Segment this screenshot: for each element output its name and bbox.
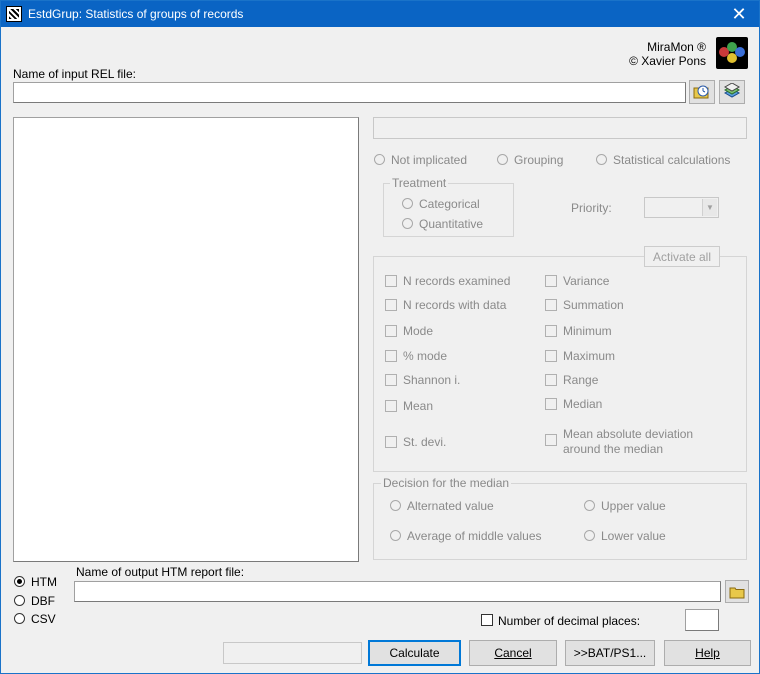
median-label-alternated: Alternated value bbox=[407, 499, 494, 513]
browse-input-button[interactable] bbox=[689, 80, 715, 104]
median-radio-alternated[interactable] bbox=[390, 500, 401, 511]
check-shannon[interactable] bbox=[385, 374, 397, 386]
label-shannon: Shannon i. bbox=[403, 373, 461, 387]
label-percent-mode: % mode bbox=[403, 349, 448, 363]
label-summation: Summation bbox=[563, 298, 624, 312]
format-radio-csv[interactable] bbox=[14, 613, 25, 624]
format-label-csv: CSV bbox=[31, 612, 56, 626]
label-mean: Mean bbox=[403, 399, 434, 413]
role-label-grouping: Grouping bbox=[514, 153, 564, 167]
check-decimal-places[interactable] bbox=[481, 614, 493, 626]
label-range: Range bbox=[563, 373, 599, 387]
median-label-average: Average of middle values bbox=[407, 529, 542, 543]
progress-field bbox=[223, 642, 362, 664]
median-radio-upper[interactable] bbox=[584, 500, 595, 511]
miramon-logo bbox=[716, 37, 748, 69]
batch-button[interactable]: >>BAT/PS1... bbox=[565, 640, 655, 666]
check-summation[interactable] bbox=[545, 299, 557, 311]
label-median: Median bbox=[563, 397, 603, 411]
help-button-label: Help bbox=[695, 646, 720, 660]
label-n-records-with-data: N records with data bbox=[403, 298, 507, 312]
treatment-label-quantitative: Quantitative bbox=[419, 217, 484, 231]
label-variance: Variance bbox=[563, 274, 610, 288]
format-radio-dbf[interactable] bbox=[14, 595, 25, 606]
check-minimum[interactable] bbox=[545, 325, 557, 337]
median-label-lower: Lower value bbox=[601, 529, 666, 543]
check-maximum[interactable] bbox=[545, 350, 557, 362]
treatment-radio-quantitative[interactable] bbox=[402, 218, 413, 229]
median-radio-average[interactable] bbox=[390, 530, 401, 541]
priority-label: Priority: bbox=[571, 201, 612, 215]
median-decision-title: Decision for the median bbox=[381, 476, 512, 490]
check-median[interactable] bbox=[545, 398, 557, 410]
layers-icon bbox=[723, 83, 741, 98]
label-minimum: Minimum bbox=[563, 324, 612, 338]
output-file-label: Name of output HTM report file: bbox=[76, 565, 245, 579]
label-mad-line1: Mean absolute deviation bbox=[563, 427, 694, 441]
calculate-button[interactable]: Calculate bbox=[368, 640, 461, 666]
check-variance[interactable] bbox=[545, 275, 557, 287]
cancel-button-label: Cancel bbox=[494, 646, 532, 660]
median-decision-group: Decision for the median bbox=[373, 476, 747, 560]
label-mad-line2: around the median bbox=[563, 442, 664, 456]
treatment-radio-categorical[interactable] bbox=[402, 198, 413, 209]
dialog-window: EstdGrup: Statistics of groups of record… bbox=[0, 0, 760, 674]
branding-author: © Xavier Pons bbox=[629, 54, 706, 68]
role-radio-not-implicated[interactable] bbox=[374, 154, 385, 165]
median-radio-lower[interactable] bbox=[584, 530, 595, 541]
activate-all-button[interactable]: Activate all bbox=[644, 246, 720, 267]
help-button[interactable]: Help bbox=[664, 640, 751, 666]
decimal-places-field[interactable] bbox=[685, 609, 719, 631]
title-bar[interactable]: EstdGrup: Statistics of groups of record… bbox=[1, 1, 759, 27]
priority-select[interactable]: ▼ bbox=[644, 197, 719, 218]
label-mode: Mode bbox=[403, 324, 434, 338]
role-label-statistical: Statistical calculations bbox=[613, 153, 731, 167]
output-file-field[interactable] bbox=[74, 581, 721, 602]
label-maximum: Maximum bbox=[563, 349, 616, 363]
label-st-devi: St. devi. bbox=[403, 435, 447, 449]
close-button[interactable]: ✕ bbox=[719, 1, 759, 27]
layers-button[interactable] bbox=[719, 80, 745, 104]
check-mean[interactable] bbox=[385, 400, 397, 412]
check-mean-absolute-deviation[interactable] bbox=[545, 434, 557, 446]
folder-icon bbox=[729, 587, 745, 598]
folder-clock-icon bbox=[693, 85, 709, 99]
format-label-dbf: DBF bbox=[31, 594, 55, 608]
check-mode[interactable] bbox=[385, 325, 397, 337]
median-label-upper: Upper value bbox=[601, 499, 666, 513]
check-range[interactable] bbox=[545, 374, 557, 386]
chevron-down-icon: ▼ bbox=[702, 199, 717, 216]
label-n-records-examined: N records examined bbox=[403, 274, 511, 288]
treatment-label-categorical: Categorical bbox=[419, 197, 480, 211]
format-label-htm: HTM bbox=[31, 575, 57, 589]
window-title: EstdGrup: Statistics of groups of record… bbox=[28, 7, 244, 21]
check-n-records-examined[interactable] bbox=[385, 275, 397, 287]
check-st-devi[interactable] bbox=[385, 436, 397, 448]
branding-product: MiraMon ® bbox=[647, 40, 706, 54]
app-icon bbox=[6, 6, 22, 22]
field-list[interactable] bbox=[13, 117, 359, 562]
check-n-records-with-data[interactable] bbox=[385, 299, 397, 311]
input-file-field[interactable] bbox=[13, 82, 686, 103]
treatment-title: Treatment bbox=[390, 176, 449, 190]
browse-output-button[interactable] bbox=[725, 580, 749, 603]
format-radio-htm[interactable] bbox=[14, 576, 25, 587]
decimal-places-label: Number of decimal places: bbox=[498, 614, 641, 628]
role-radio-statistical[interactable] bbox=[596, 154, 607, 165]
role-label-not-implicated: Not implicated bbox=[391, 153, 468, 167]
cancel-button[interactable]: Cancel bbox=[469, 640, 557, 666]
check-percent-mode[interactable] bbox=[385, 350, 397, 362]
role-radio-grouping[interactable] bbox=[497, 154, 508, 165]
selected-field-display bbox=[373, 117, 747, 139]
input-file-label: Name of input REL file: bbox=[13, 67, 136, 81]
